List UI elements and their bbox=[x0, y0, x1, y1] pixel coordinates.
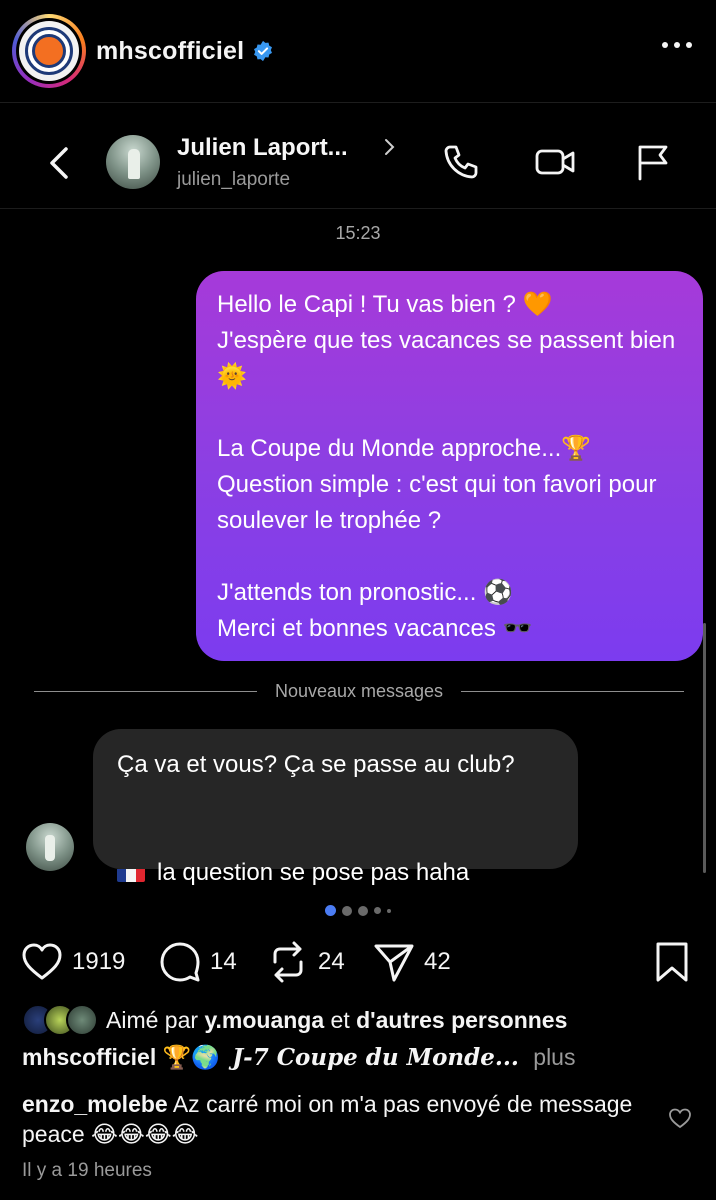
outgoing-message-text: Hello le Capi ! Tu vas bien ? 🧡 J'espère… bbox=[217, 291, 676, 642]
carousel-dot-active bbox=[325, 905, 336, 916]
video-call-icon[interactable] bbox=[534, 141, 576, 183]
outgoing-message-bubble[interactable]: Hello le Capi ! Tu vas bien ? 🧡 J'espère… bbox=[196, 271, 703, 661]
liked-by-text: Aimé par y.mouanga et d'autres personnes bbox=[106, 1007, 567, 1034]
post-avatar-story-ring[interactable] bbox=[12, 14, 86, 88]
incoming-message-bubble[interactable]: Ça va et vous? Ça se passe au club? la q… bbox=[93, 729, 578, 886]
repost-action[interactable]: 24 bbox=[266, 938, 345, 986]
incoming-sender-avatar[interactable] bbox=[26, 823, 74, 871]
new-messages-divider: Nouveaux messages bbox=[34, 679, 684, 703]
contact-name[interactable]: Julien Laport... bbox=[177, 134, 348, 162]
scrollbar[interactable] bbox=[703, 623, 706, 873]
incoming-message-line2: la question se pose pas haha bbox=[157, 859, 470, 886]
back-arrow-icon[interactable] bbox=[44, 143, 74, 183]
liker-avatar bbox=[66, 1004, 98, 1036]
club-logo bbox=[19, 21, 79, 81]
post-time-ago: Il y a 19 heures bbox=[22, 1160, 152, 1181]
contact-handle: julien_laporte bbox=[177, 169, 291, 190]
post-caption: mhscofficiel 🏆🌍 J-7 Coupe du Monde... pl… bbox=[22, 1044, 575, 1071]
carousel-dot bbox=[358, 905, 368, 916]
incoming-message-line1: Ça va et vous? Ça se passe au club? bbox=[117, 751, 515, 778]
post-username[interactable]: mhscofficiel bbox=[96, 37, 244, 66]
carousel-dot bbox=[387, 908, 391, 913]
post-header: mhscofficiel bbox=[0, 0, 716, 102]
caption-emojis: 🏆🌍 bbox=[162, 1044, 220, 1070]
post-image-dm-screenshot[interactable]: Julien Laport... julien_laporte 15:23 He… bbox=[0, 102, 716, 886]
liked-by-prefix: Aimé par bbox=[106, 1006, 199, 1033]
france-flag-icon bbox=[117, 863, 145, 882]
caption-username[interactable]: mhscofficiel bbox=[22, 1044, 156, 1070]
comment-like-heart-icon[interactable] bbox=[668, 1106, 692, 1130]
comment-bubble-icon[interactable] bbox=[158, 940, 202, 984]
liked-by-connector: et bbox=[330, 1006, 350, 1033]
comment-action[interactable]: 14 bbox=[158, 938, 237, 986]
bookmark-icon[interactable] bbox=[650, 940, 694, 984]
comment-count[interactable]: 14 bbox=[210, 948, 237, 976]
phone-icon[interactable] bbox=[440, 141, 482, 183]
message-timestamp: 15:23 bbox=[335, 223, 381, 243]
share-action[interactable]: 42 bbox=[372, 938, 451, 986]
top-comment: enzo_molebe Az carré moi on m'a pas envo… bbox=[22, 1089, 642, 1149]
comment-username[interactable]: enzo_molebe bbox=[22, 1091, 168, 1117]
like-count[interactable]: 1919 bbox=[72, 948, 125, 976]
liked-by-user[interactable]: y.mouanga bbox=[204, 1007, 324, 1033]
post-actions: 1919 14 24 42 bbox=[0, 938, 716, 986]
chevron-right-icon[interactable] bbox=[382, 137, 396, 157]
report-flag-icon[interactable] bbox=[632, 141, 674, 183]
dm-header: Julien Laport... julien_laporte bbox=[0, 103, 716, 209]
like-action[interactable]: 1919 bbox=[20, 938, 125, 986]
repost-icon[interactable] bbox=[266, 940, 310, 984]
carousel-indicator bbox=[0, 905, 716, 916]
caption-more-link[interactable]: plus bbox=[533, 1044, 575, 1070]
share-count[interactable]: 42 bbox=[424, 948, 451, 976]
verified-badge-icon bbox=[254, 40, 273, 62]
carousel-dot bbox=[342, 905, 352, 916]
liked-by-others[interactable]: d'autres personnes bbox=[356, 1007, 567, 1033]
more-options-icon[interactable] bbox=[662, 42, 692, 48]
heart-icon[interactable] bbox=[20, 940, 64, 984]
contact-avatar[interactable] bbox=[106, 135, 160, 189]
caption-text: J-7 Coupe du Monde... bbox=[232, 1044, 519, 1071]
new-messages-label: Nouveaux messages bbox=[274, 680, 444, 701]
carousel-dot bbox=[374, 907, 381, 914]
liked-by-row[interactable]: Aimé par y.mouanga et d'autres personnes bbox=[22, 1004, 567, 1036]
send-paper-plane-icon[interactable] bbox=[372, 940, 416, 984]
repost-count[interactable]: 24 bbox=[318, 948, 345, 976]
save-action[interactable] bbox=[650, 938, 694, 986]
